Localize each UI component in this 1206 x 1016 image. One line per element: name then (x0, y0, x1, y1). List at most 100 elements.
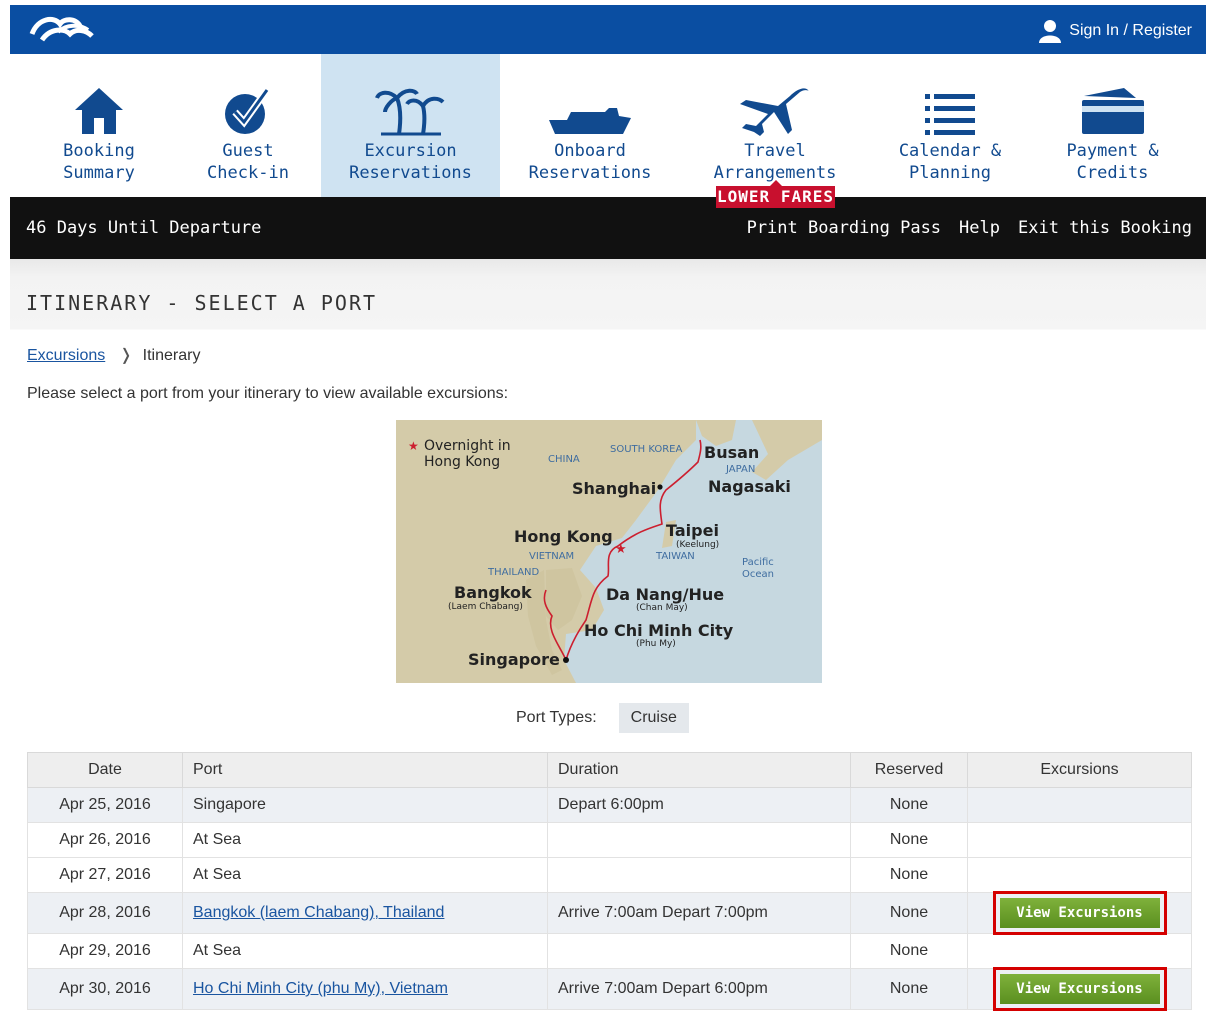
help-link[interactable]: Help (959, 218, 1000, 238)
airplane-icon (740, 88, 809, 136)
port-types-filter: Port Types: Cruise (516, 703, 689, 733)
itinerary-table: Date Port Duration Reserved Excursions A… (27, 752, 1192, 1011)
view-excursions-button[interactable]: View Excursions (992, 967, 1167, 1011)
top-bar: Sign In / Register (10, 5, 1206, 54)
nav-payment-credits[interactable]: Payment & Credits (1040, 54, 1185, 197)
row-port: Ho Chi Minh City (phu My), Vietnam (182, 968, 548, 1010)
itinerary-map[interactable]: ★ ★ Overnight in Hong Kong Busan Shangha… (396, 420, 822, 683)
intro-text: Please select a port from your itinerary… (27, 385, 509, 402)
row-port: At Sea (182, 857, 548, 893)
map-shanghai-label: Shanghai (572, 479, 656, 498)
ship-icon (549, 108, 631, 134)
svg-text:★: ★ (615, 542, 627, 557)
map-chan-may-label: (Chan May) (636, 603, 688, 613)
checkmark-icon (225, 87, 270, 134)
user-icon (1039, 20, 1062, 43)
chevron-right-icon: ❭ (119, 347, 133, 364)
row-port: Singapore (182, 787, 548, 823)
row-date: Apr 29, 2016 (27, 933, 183, 969)
port-types-label: Port Types: (516, 709, 597, 726)
nav-guest-check-in[interactable]: Guest Check-in (178, 54, 318, 197)
exit-booking-link[interactable]: Exit this Booking (1018, 218, 1192, 238)
map-china-label: CHINA (548, 454, 580, 465)
map-bangkok-label: Bangkok (454, 583, 532, 602)
nav-label: Payment & Credits (1066, 141, 1159, 183)
header-duration: Duration (547, 752, 851, 788)
princess-logo-icon[interactable] (28, 14, 98, 48)
breadcrumb: Excursions ❭ Itinerary (27, 345, 200, 365)
nav-label: Booking Summary (63, 141, 135, 183)
map-thailand-label: THAILAND (487, 567, 540, 578)
nav-booking-summary[interactable]: Booking Summary (20, 54, 178, 197)
row-date: Apr 25, 2016 (27, 787, 183, 823)
nav-onboard-reservations[interactable]: Onboard Reservations (510, 54, 670, 197)
breadcrumb-excursions-link[interactable]: Excursions (27, 347, 105, 364)
row-reserved: None (850, 857, 968, 893)
nav-excursion-reservations[interactable]: Excursion Reservations (321, 54, 500, 197)
row-excursions: View Excursions (967, 891, 1192, 935)
table-row: Apr 30, 2016 Ho Chi Minh City (phu My), … (27, 967, 1192, 1011)
row-excursions (967, 857, 1192, 893)
row-duration: Depart 6:00pm (547, 787, 851, 823)
content-area: ITINERARY - SELECT A PORT Excursions ❭ Iti… (10, 259, 1206, 1016)
row-date: Apr 26, 2016 (27, 822, 183, 858)
table-row: Apr 25, 2016 Singapore Depart 6:00pm Non… (27, 787, 1192, 823)
map-nagasaki-label: Nagasaki (708, 477, 791, 496)
breadcrumb-current: Itinerary (142, 347, 201, 364)
nav-label: Onboard Reservations (528, 141, 652, 183)
main-nav: Booking Summary Guest Check-in Excursion… (10, 54, 1206, 197)
row-excursions (967, 933, 1192, 969)
row-port: Bangkok (laem Chabang), Thailand (182, 892, 548, 934)
credit-card-icon (1081, 88, 1144, 134)
map-singapore-label: Singapore (468, 650, 560, 669)
row-reserved: None (850, 822, 968, 858)
sign-in-register-link[interactable]: Sign In / Register (1039, 19, 1192, 43)
row-duration (547, 857, 851, 893)
table-row: Apr 27, 2016 At Sea None (27, 857, 1192, 893)
map-vietnam-label: VIETNAM (529, 551, 574, 562)
view-excursions-button[interactable]: View Excursions (992, 891, 1167, 935)
lower-fares-badge[interactable]: LOWER FARES (716, 180, 835, 208)
map-taiwan-label: TAIWAN (655, 551, 695, 562)
map-ocean-label: Ocean (742, 569, 774, 580)
row-date: Apr 28, 2016 (27, 892, 183, 934)
row-reserved: None (850, 787, 968, 823)
row-excursions (967, 822, 1192, 858)
home-icon (75, 88, 123, 134)
nav-calendar-planning[interactable]: Calendar & Planning (875, 54, 1025, 197)
map-da-nang-label: Da Nang/Hue (606, 585, 724, 604)
row-duration (547, 933, 851, 969)
row-duration (547, 822, 851, 858)
days-until-departure: 46 Days Until Departure (26, 218, 262, 238)
map-overnight-label: Overnight in (424, 438, 511, 454)
table-row: Apr 28, 2016 Bangkok (laem Chabang), Tha… (27, 891, 1192, 935)
page-title: ITINERARY - SELECT A PORT (26, 291, 378, 315)
map-keelung-label: (Keelung) (676, 540, 719, 550)
map-taipei-label: Taipei (666, 521, 719, 540)
map-busan-label: Busan (704, 443, 759, 462)
port-type-cruise-option[interactable]: Cruise (618, 703, 689, 733)
print-boarding-pass-link[interactable]: Print Boarding Pass (747, 218, 941, 238)
row-excursions: View Excursions (967, 967, 1192, 1011)
map-south-korea-label: SOUTH KOREA (610, 444, 682, 455)
table-row: Apr 26, 2016 At Sea None (27, 822, 1192, 858)
row-excursions (967, 787, 1192, 823)
svg-text:★: ★ (408, 439, 419, 453)
nav-travel-arrangements[interactable]: Travel Arrangements (700, 54, 850, 197)
map-phu-my-label: (Phu My) (636, 639, 676, 649)
sign-in-label: Sign In / Register (1069, 22, 1192, 39)
port-link-ho-chi-minh[interactable]: Ho Chi Minh City (phu My), Vietnam (193, 980, 448, 997)
map-overnight-label-2: Hong Kong (424, 454, 500, 470)
header-excursions: Excursions (967, 752, 1192, 788)
nav-label: Calendar & Planning (898, 141, 1002, 183)
nav-label: Excursion Reservations (349, 141, 472, 183)
row-port: At Sea (182, 822, 548, 858)
row-reserved: None (850, 968, 968, 1010)
map-hong-kong-label: Hong Kong (514, 527, 613, 546)
map-laem-label: (Laem Chabang) (448, 602, 523, 612)
port-link-bangkok[interactable]: Bangkok (laem Chabang), Thailand (193, 904, 444, 921)
row-duration: Arrive 7:00am Depart 6:00pm (547, 968, 851, 1010)
header-port: Port (182, 752, 548, 788)
palm-tree-icon (374, 88, 444, 136)
table-row: Apr 29, 2016 At Sea None (27, 933, 1192, 969)
